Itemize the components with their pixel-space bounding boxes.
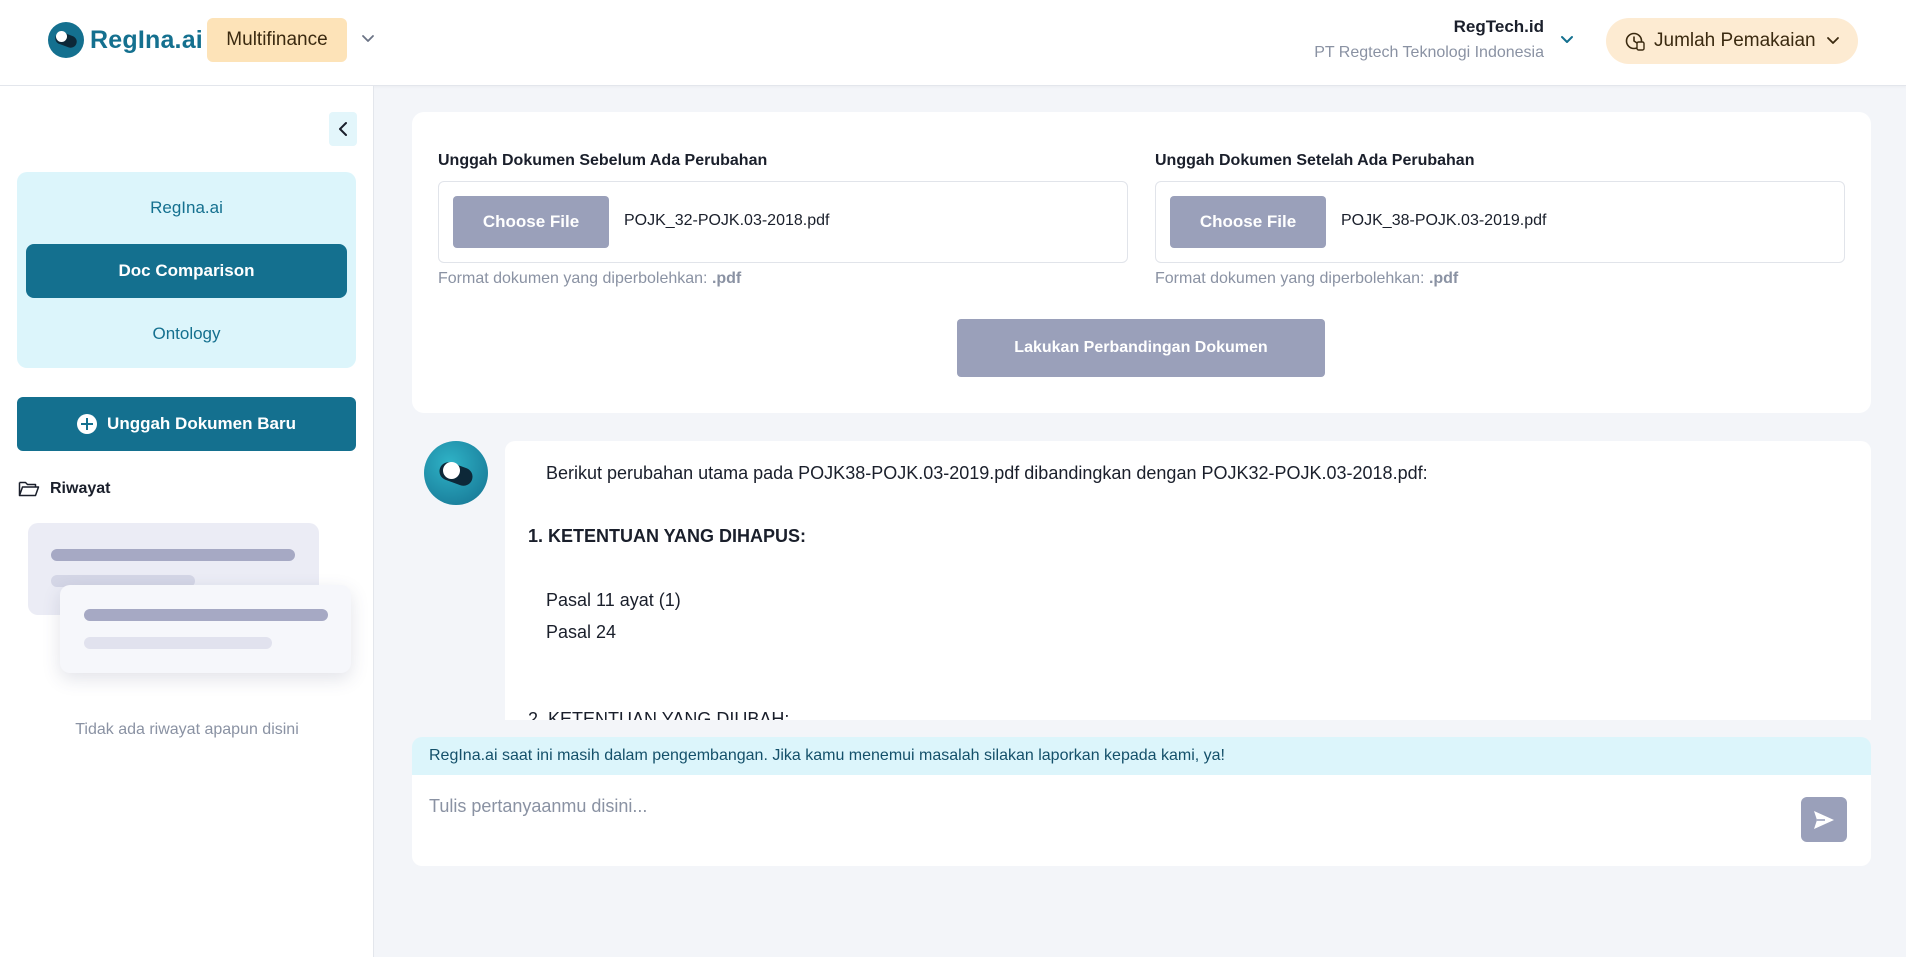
chat-composer xyxy=(412,775,1871,866)
org-name: RegTech.id xyxy=(1453,17,1544,36)
coin-clock-icon xyxy=(1625,32,1645,51)
format-hint-after: Format dokumen yang diperbolehkan: .pdf xyxy=(1155,270,1845,288)
logo-icon xyxy=(48,22,84,58)
chevron-down-icon xyxy=(1827,37,1839,44)
top-header: RegIna.ai Multifinance RegTech.id PT Reg… xyxy=(0,0,1906,86)
send-button[interactable] xyxy=(1801,797,1847,842)
sidebar-item-doc-comparison[interactable]: Doc Comparison xyxy=(26,244,347,298)
bot-avatar xyxy=(424,441,488,505)
format-hint-ext: .pdf xyxy=(711,270,742,287)
upload-before-group: Unggah Dokumen Sebelum Ada Perubahan Cho… xyxy=(438,152,1128,288)
chevron-down-icon[interactable] xyxy=(359,30,377,48)
list-item: Pasal 24 xyxy=(546,622,617,642)
segment-badge[interactable]: Multifinance xyxy=(207,18,347,62)
sidebar-item-ontology[interactable]: Ontology xyxy=(26,307,347,361)
chat-input[interactable] xyxy=(429,789,1759,823)
history-placeholder-card xyxy=(60,585,351,673)
bot-message: Berikut perubahan utama pada POJK38-POJK… xyxy=(505,441,1871,720)
message-section-heading: 1. KETENTUAN YANG DIHAPUS: xyxy=(528,526,807,546)
file-name-before: POJK_32-POJK.03-2018.pdf xyxy=(624,212,830,229)
sidebar: RegIna.ai Doc Comparison Ontology Unggah… xyxy=(0,86,374,957)
sidebar-collapse-button[interactable] xyxy=(329,112,357,146)
app-logo[interactable]: RegIna.ai xyxy=(48,22,203,58)
compare-documents-button[interactable]: Lakukan Perbandingan Dokumen xyxy=(957,319,1325,377)
chevron-left-icon xyxy=(339,122,347,136)
development-notice: RegIna.ai saat ini masih dalam pengemban… xyxy=(412,737,1871,775)
upload-after-group: Unggah Dokumen Setelah Ada Perubahan Cho… xyxy=(1155,152,1845,288)
history-title: Riwayat xyxy=(50,480,111,497)
upload-before-label: Unggah Dokumen Sebelum Ada Perubahan xyxy=(438,152,768,169)
send-icon xyxy=(1814,810,1834,829)
choose-file-after-button[interactable]: Choose File xyxy=(1170,196,1326,248)
format-hint-ext: .pdf xyxy=(1428,270,1459,287)
plus-circle-icon xyxy=(77,414,98,434)
file-name-after: POJK_38-POJK.03-2019.pdf xyxy=(1341,212,1547,229)
upload-new-document-button[interactable]: Unggah Dokumen Baru xyxy=(17,397,356,451)
org-subtitle: PT Regtech Teknologi Indonesia xyxy=(1314,44,1544,61)
upload-new-label: Unggah Dokumen Baru xyxy=(107,414,296,433)
upload-after-file-input[interactable]: Choose File POJK_38-POJK.03-2019.pdf xyxy=(1155,181,1845,263)
choose-file-before-button[interactable]: Choose File xyxy=(453,196,609,248)
format-hint-prefix: Format dokumen yang diperbolehkan: xyxy=(1155,270,1429,287)
usage-label: Jumlah Pemakaian xyxy=(1654,30,1816,51)
format-hint-before: Format dokumen yang diperbolehkan: .pdf xyxy=(438,270,1128,288)
sidebar-item-regina[interactable]: RegIna.ai xyxy=(26,181,347,235)
list-item: Pasal 11 ayat (1) xyxy=(546,590,681,610)
history-header: Riwayat xyxy=(18,480,110,498)
message-intro: Berikut perubahan utama pada POJK38-POJK… xyxy=(546,463,1428,483)
message-next-heading: 2. KETENTUAN YANG DIUBAH: xyxy=(528,709,790,720)
sidebar-nav: RegIna.ai Doc Comparison Ontology xyxy=(17,172,356,368)
logo-text: RegIna.ai xyxy=(90,25,203,54)
chevron-down-icon[interactable] xyxy=(1558,31,1576,49)
folder-open-icon xyxy=(18,481,40,497)
upload-before-file-input[interactable]: Choose File POJK_32-POJK.03-2018.pdf xyxy=(438,181,1128,263)
upload-after-label: Unggah Dokumen Setelah Ada Perubahan xyxy=(1155,152,1475,169)
history-empty-text: Tidak ada riwayat apapun disini xyxy=(75,721,299,738)
upload-card: Unggah Dokumen Sebelum Ada Perubahan Cho… xyxy=(412,112,1871,413)
format-hint-prefix: Format dokumen yang diperbolehkan: xyxy=(438,270,712,287)
usage-button[interactable]: Jumlah Pemakaian xyxy=(1606,18,1858,64)
